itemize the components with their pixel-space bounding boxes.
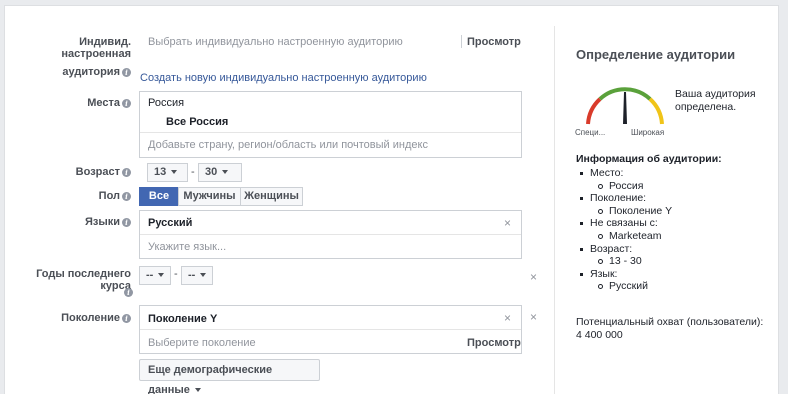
language-selected: Русский — [148, 217, 193, 229]
age-label: Возраст i — [10, 166, 131, 178]
caret-down-icon — [200, 273, 207, 277]
location-country: Россия — [148, 97, 185, 109]
generation-box: Поколение Y × Выберите поколение Просмот… — [139, 305, 522, 354]
caret-down-icon — [171, 170, 178, 174]
grad-years-separator: - — [174, 268, 178, 280]
gender-female-button[interactable]: Женщины — [240, 187, 303, 206]
grad-year-to-dropdown[interactable]: -- — [181, 266, 213, 285]
gauge-right-label: Широкая — [631, 128, 665, 137]
audience-definition-title: Определение аудитории — [576, 47, 736, 62]
info-icon[interactable]: i — [122, 99, 131, 108]
locations-box: Россия Все Россия Добавьте страну, регио… — [139, 91, 522, 158]
audience-details-list: Место: Россия Поколение: Поколение Y Не … — [576, 167, 766, 293]
close-icon[interactable]: × — [504, 217, 511, 229]
gender-label: Пол i — [10, 190, 131, 202]
generation-selected: Поколение Y — [148, 313, 218, 325]
gauge-left-label: Специ... — [575, 128, 606, 137]
potential-reach-label: Потенциальный охват (пользователи): — [576, 316, 764, 328]
grad-year-from-dropdown[interactable]: -- — [139, 266, 171, 285]
detail-item-generation: Поколение: Поколение Y — [576, 192, 766, 217]
close-icon[interactable]: × — [504, 312, 511, 324]
detail-item-age: Возраст: 13 - 30 — [576, 243, 766, 268]
gauge-needle — [623, 92, 627, 124]
languages-box: Русский × Укажите язык... — [139, 210, 522, 259]
locations-divider — [140, 132, 521, 133]
languages-input[interactable]: Укажите язык... — [148, 241, 226, 253]
locations-label: Места i — [10, 97, 131, 109]
caret-down-icon — [194, 388, 201, 392]
info-icon[interactable]: i — [122, 192, 131, 201]
age-max-dropdown[interactable]: 30 — [198, 163, 242, 182]
close-icon[interactable]: × — [530, 311, 537, 323]
detail-value: Россия — [590, 180, 766, 193]
languages-label: Языки i — [10, 216, 131, 228]
custom-audience-label: Индивид. настроенная аудитория i — [61, 36, 131, 78]
custom-audience-browse-button[interactable]: Просмотр — [467, 36, 521, 48]
more-demographics-button[interactable]: Еще демографические данные — [139, 359, 320, 394]
create-custom-audience-link[interactable]: Создать новую индивидуально настроенную … — [140, 72, 427, 84]
location-selected: Все Россия — [166, 116, 229, 128]
detail-value: 13 - 30 — [590, 255, 766, 268]
generation-browse-button[interactable]: Просмотр — [467, 337, 521, 349]
generation-label: Поколение i — [10, 312, 131, 324]
info-icon[interactable]: i — [124, 288, 133, 297]
gauge-yellow-segment — [648, 97, 664, 125]
locations-input[interactable]: Добавьте страну, регион/область или почт… — [148, 139, 428, 151]
detail-value: Поколение Y — [590, 205, 766, 218]
detail-item-language: Язык: Русский — [576, 268, 766, 293]
detail-value: Marketeam — [590, 230, 766, 243]
info-icon[interactable]: i — [122, 218, 131, 227]
languages-divider — [140, 234, 521, 235]
info-icon[interactable]: i — [122, 168, 131, 177]
audience-status: Ваша аудитория определена. — [675, 88, 756, 113]
close-icon[interactable]: × — [530, 271, 537, 283]
detail-item-excluded: Не связаны с: Marketeam — [576, 217, 766, 242]
detail-item-location: Место: Россия — [576, 167, 766, 192]
info-icon[interactable]: i — [122, 68, 131, 77]
gender-male-button[interactable]: Мужчины — [178, 187, 241, 206]
info-icon[interactable]: i — [122, 314, 131, 323]
potential-reach-value: 4 400 000 — [576, 329, 623, 341]
gauge-red-segment — [586, 97, 602, 125]
age-min-dropdown[interactable]: 13 — [147, 163, 188, 182]
column-divider — [554, 26, 555, 394]
caret-down-icon — [222, 170, 229, 174]
generation-divider — [140, 329, 521, 330]
grad-years-label: Годы последнего курса — [36, 268, 131, 292]
audience-gauge-icon — [586, 87, 664, 125]
detail-value: Русский — [590, 280, 766, 293]
gender-all-button[interactable]: Все — [139, 187, 179, 206]
custom-audience-input[interactable]: Выбрать индивидуально настроенную аудито… — [148, 36, 403, 48]
audience-details-title: Информация об аудитории: — [576, 153, 722, 165]
input-divider — [461, 35, 462, 48]
caret-down-icon — [158, 273, 165, 277]
generation-input[interactable]: Выберите поколение — [148, 337, 256, 349]
age-separator: - — [191, 166, 195, 178]
